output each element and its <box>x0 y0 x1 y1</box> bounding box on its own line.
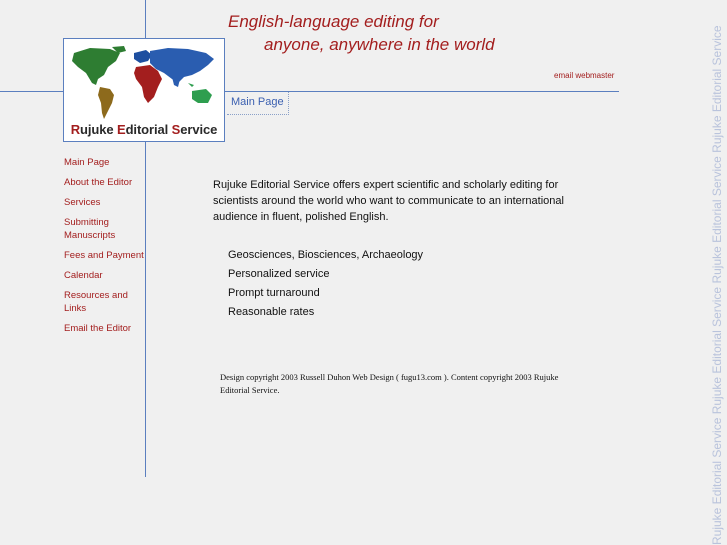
logo[interactable]: Rujuke Editorial Service <box>63 38 225 142</box>
nav-item-services[interactable]: Services <box>64 196 144 209</box>
nav-item-about-editor[interactable]: About the Editor <box>64 176 144 189</box>
nav-item-main-page[interactable]: Main Page <box>64 156 144 169</box>
sidebar-nav: Main Page About the Editor Services Subm… <box>64 156 144 342</box>
nav-item-submitting-manuscripts[interactable]: Submitting Manuscripts <box>64 216 144 242</box>
nav-item-fees-payment[interactable]: Fees and Payment <box>64 249 144 262</box>
tagline-line1: English-language editing for <box>228 12 439 31</box>
features-list: Geosciences, Biosciences, Archaeology Pe… <box>228 246 423 322</box>
list-item: Geosciences, Biosciences, Archaeology <box>228 249 424 261</box>
copyright-notice: Design copyright 2003 Russell Duhon Web … <box>220 372 559 395</box>
watermark-text: Rujuke Editorial Service Rujuke Editoria… <box>710 25 724 545</box>
list-item: Reasonable rates <box>228 306 315 318</box>
nav-item-calendar[interactable]: Calendar <box>64 269 144 282</box>
world-map-icon <box>72 46 214 119</box>
tagline-line2: anyone, anywhere in the world <box>264 35 495 54</box>
watermark-strip: Rujuke Editorial Service Rujuke Editoria… <box>707 0 727 545</box>
list-item: Prompt turnaround <box>228 287 320 299</box>
list-item: Personalized service <box>228 268 330 280</box>
main-page-tab[interactable]: Main Page <box>227 92 289 115</box>
email-webmaster-link[interactable]: email webmaster <box>554 71 614 80</box>
nav-item-email-editor[interactable]: Email the Editor <box>64 322 144 335</box>
logo-wordmark: Rujuke Editorial Service <box>70 122 218 137</box>
nav-item-resources-links[interactable]: Resources and Links <box>64 289 144 315</box>
intro-paragraph: Rujuke Editorial Service offers expert s… <box>213 179 564 223</box>
